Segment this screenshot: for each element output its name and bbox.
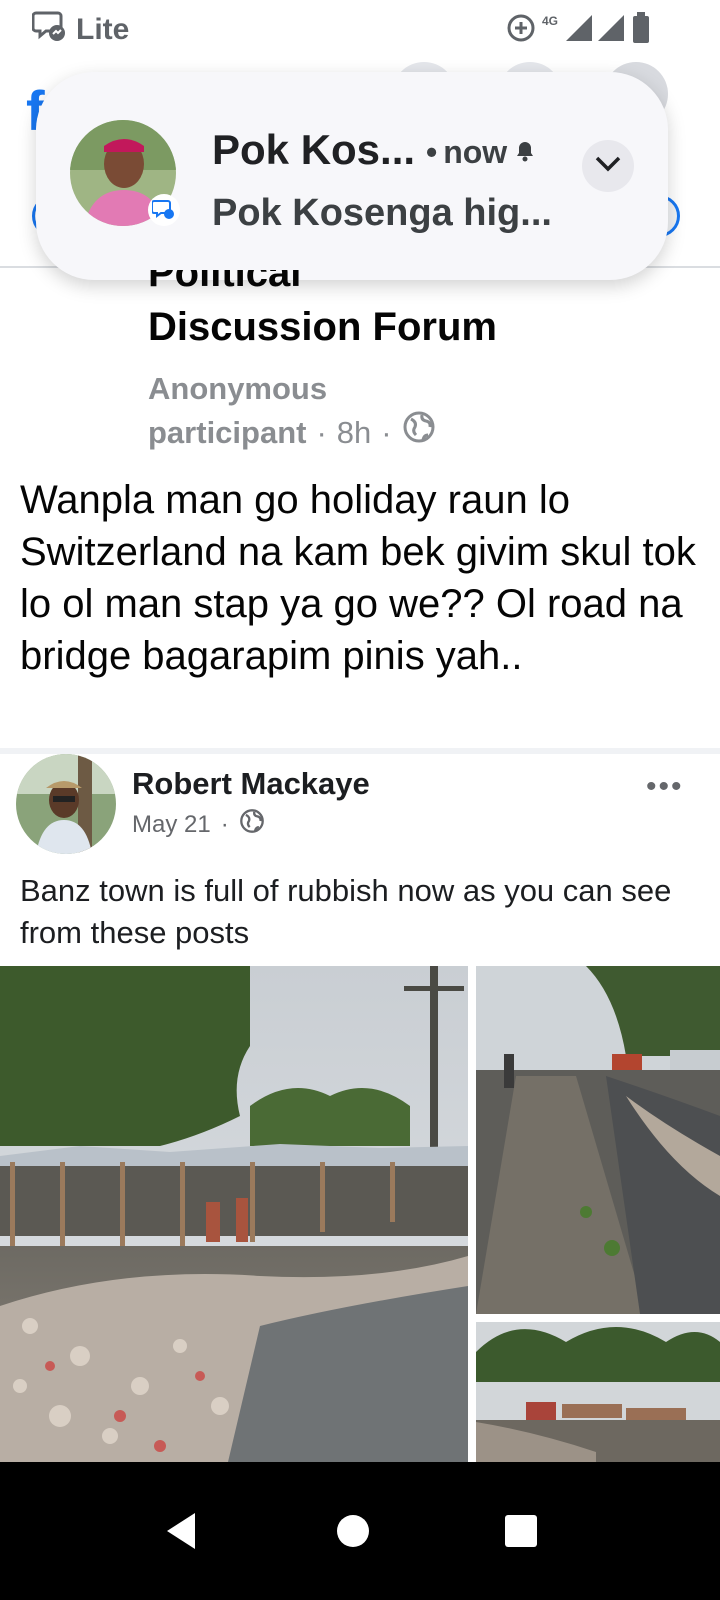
separator: • xyxy=(426,134,438,170)
data-saver-icon xyxy=(506,13,536,43)
separator: · xyxy=(316,414,327,450)
status-app: Lite xyxy=(31,9,130,51)
notification-meta: • now xyxy=(426,134,537,171)
notification-sender: Pok Kos... xyxy=(212,126,416,173)
post-date[interactable]: May 21 xyxy=(132,811,211,839)
post-meta-row: participant · 8h · xyxy=(148,410,436,455)
messenger-lite-icon xyxy=(31,9,68,51)
separator: · xyxy=(220,810,229,838)
section-divider xyxy=(0,748,720,754)
messenger-lite-icon xyxy=(148,194,180,226)
group-name-line2: Discussion Forum xyxy=(148,305,497,349)
author-line2: participant xyxy=(148,414,307,450)
post-meta: Anonymous participant · 8h · xyxy=(148,368,436,455)
globe-icon xyxy=(402,410,436,455)
recents-icon[interactable] xyxy=(486,1496,556,1566)
post-photo[interactable] xyxy=(0,966,468,1462)
back-icon[interactable] xyxy=(146,1496,216,1566)
globe-icon xyxy=(239,808,265,841)
more-icon[interactable]: ••• xyxy=(646,770,684,804)
post-time[interactable]: 8h xyxy=(337,412,371,454)
heads-up-notification[interactable]: Pok Kos... • now Pok Kosenga hig... xyxy=(36,72,668,280)
status-app-name: Lite xyxy=(76,13,130,46)
signal-icon xyxy=(564,13,626,43)
status-indicators: 4G xyxy=(506,12,650,44)
expand-notification-button[interactable] xyxy=(582,140,634,192)
post-photo[interactable] xyxy=(476,966,720,1314)
separator: · xyxy=(381,414,392,450)
author-name[interactable]: Robert Mackaye xyxy=(132,766,370,802)
status-bar: Lite 4G xyxy=(0,0,720,60)
notification-preview: Pok Kosenga hig... xyxy=(212,192,552,234)
post-text: Wanpla man go holiday raun lo Switzerlan… xyxy=(20,478,696,678)
embedded-post-text: Banz town is full of rubbish now as you … xyxy=(20,873,672,950)
home-icon[interactable] xyxy=(318,1496,388,1566)
group-name-line1-clip: Political xyxy=(148,270,497,300)
group-name[interactable]: Political Discussion Forum xyxy=(148,270,497,354)
post-meta: May 21 · xyxy=(132,808,265,841)
chevron-down-icon xyxy=(594,155,622,178)
group-name-line1: Political xyxy=(148,270,302,295)
battery-icon xyxy=(632,12,650,44)
author-line1: Anonymous xyxy=(148,371,328,406)
notification-time: now xyxy=(443,134,508,170)
post-photo[interactable] xyxy=(476,1322,720,1462)
network-type: 4G xyxy=(541,14,558,28)
avatar[interactable] xyxy=(16,754,116,854)
navigation-bar xyxy=(0,1462,720,1600)
bell-icon xyxy=(513,134,537,171)
